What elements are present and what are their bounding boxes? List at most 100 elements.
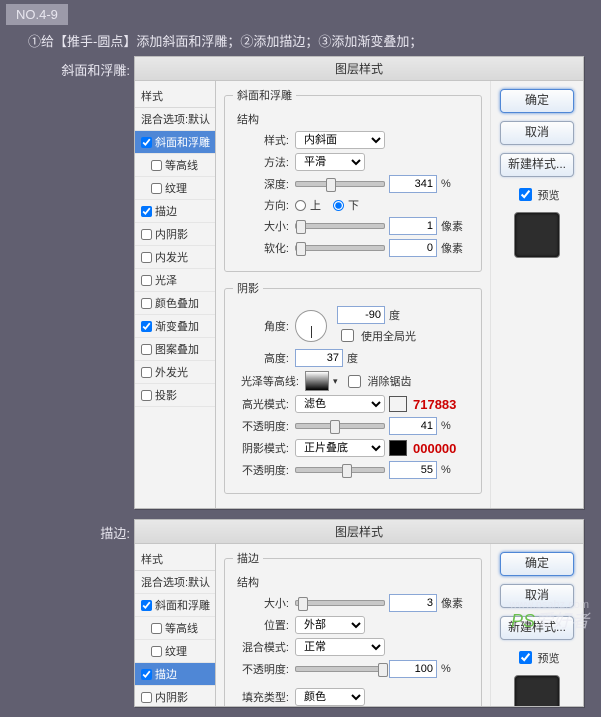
chk-patternoverlay[interactable] [141,344,152,355]
size-slider[interactable] [295,223,385,229]
dropdown-icon[interactable]: ▾ [333,376,338,387]
shadow-opacity-label: 不透明度: [233,462,291,478]
highlight-opacity-slider[interactable] [295,423,385,429]
blend-options-defaults[interactable]: 混合选项:默认 [135,108,215,131]
technique-label: 方法: [233,154,291,170]
chk-contour-2[interactable] [151,623,162,634]
chk-dropshadow[interactable] [141,390,152,401]
chk-texture-2[interactable] [151,646,162,657]
style-item-color-overlay[interactable]: 颜色叠加 [135,292,215,315]
chk-texture[interactable] [151,183,162,194]
style-item-gradient-overlay[interactable]: 渐变叠加 [135,315,215,338]
blend-options-defaults-2[interactable]: 混合选项:默认 [135,571,215,594]
style-item-inner-shadow-2[interactable]: 内阴影 [135,686,215,707]
cancel-button[interactable]: 取消 [500,121,574,145]
preview-chk-2[interactable] [519,651,532,664]
depth-label: 深度: [233,176,291,192]
style-item-bevel[interactable]: 斜面和浮雕 [135,131,215,154]
chk-stroke-2[interactable] [141,669,152,680]
style-item-pattern-overlay[interactable]: 图案叠加 [135,338,215,361]
new-style-button-2[interactable]: 新建样式... [500,616,574,640]
layer-style-dialog-bevel: 图层样式 样式 混合选项:默认 斜面和浮雕 等高线 纹理 描边 内阴影 内发光 … [134,56,584,509]
soften-slider[interactable] [295,245,385,251]
style-label: 样式: [233,132,291,148]
stroke-opacity-slider[interactable] [295,666,385,672]
global-light-chk[interactable] [341,329,354,342]
highlight-mode-label: 高光模式: [233,396,291,412]
dir-down-radio[interactable] [333,200,344,211]
highlight-hex-annot: 717883 [413,397,456,412]
highlight-color-swatch[interactable] [389,396,407,412]
instruction-text: ①给【推手-圆点】添加斜面和浮雕；②添加描边；③添加渐变叠加； [0,27,601,56]
chk-inshadow[interactable] [141,229,152,240]
altitude-input[interactable] [295,349,343,367]
depth-input[interactable] [389,175,437,193]
highlight-mode-select[interactable]: 滤色 [295,395,385,413]
gloss-contour-picker[interactable] [305,371,329,391]
layer-style-dialog-stroke: 图层样式 样式 混合选项:默认 斜面和浮雕 等高线 纹理 描边 内阴影 内发光 … [134,519,584,707]
style-item-contour[interactable]: 等高线 [135,154,215,177]
technique-select[interactable]: 平滑 [295,153,365,171]
stroke-structure-group: 描边 结构 大小: 像素 位置: 外部 混合模式: 正常 不透明度: % 填充类 [224,550,482,707]
stroke-opacity-input[interactable] [389,660,437,678]
preview-swatch [514,212,560,258]
right-button-pane: 确定 取消 新建样式... 预览 [490,81,583,508]
step-badge: NO.4-9 [6,4,68,25]
cancel-button-2[interactable]: 取消 [500,584,574,608]
ok-button[interactable]: 确定 [500,89,574,113]
chk-inshadow-2[interactable] [141,692,152,703]
chk-gradoverlay[interactable] [141,321,152,332]
dir-up-radio[interactable] [295,200,306,211]
angle-dial[interactable] [295,310,327,342]
style-select[interactable]: 内斜面 [295,131,385,149]
chk-coloroverlay[interactable] [141,298,152,309]
style-item-drop-shadow[interactable]: 投影 [135,384,215,407]
antialias-chk[interactable] [348,375,361,388]
angle-input[interactable] [337,306,385,324]
preview-chk[interactable] [519,188,532,201]
style-item-texture[interactable]: 纹理 [135,177,215,200]
style-item-stroke-2[interactable]: 描边 [135,663,215,686]
shadow-opacity-input[interactable] [389,461,437,479]
chk-contour[interactable] [151,160,162,171]
highlight-opacity-input[interactable] [389,417,437,435]
soften-label: 软化: [233,240,291,256]
chk-satin[interactable] [141,275,152,286]
stroke-blend-label: 混合模式: [233,639,291,655]
chk-stroke[interactable] [141,206,152,217]
bevel-shading-group: 阴影 角度: 度 使用全局光 高度: [224,280,482,494]
stroke-position-select[interactable]: 外部 [295,616,365,634]
ok-button-2[interactable]: 确定 [500,552,574,576]
shadow-color-swatch[interactable] [389,440,407,456]
depth-slider[interactable] [295,181,385,187]
chk-outglow[interactable] [141,367,152,378]
style-item-inner-glow[interactable]: 内发光 [135,246,215,269]
shading-legend: 阴影 [233,280,263,296]
style-item-satin[interactable]: 光泽 [135,269,215,292]
style-item-outer-glow[interactable]: 外发光 [135,361,215,384]
shadow-opacity-slider[interactable] [295,467,385,473]
highlight-opacity-label: 不透明度: [233,418,291,434]
side-label-bevel: 斜面和浮雕: [0,56,134,79]
new-style-button[interactable]: 新建样式... [500,153,574,177]
chk-inglow[interactable] [141,252,152,263]
stroke-size-input[interactable] [389,594,437,612]
antialias-label: 消除锯齿 [368,373,412,389]
style-item-texture-2[interactable]: 纹理 [135,640,215,663]
stroke-opacity-label: 不透明度: [233,661,291,677]
shadow-mode-label: 阴影模式: [233,440,291,456]
stroke-filltype-select[interactable]: 颜色 [295,688,365,706]
style-item-stroke[interactable]: 描边 [135,200,215,223]
chk-bevel-2[interactable] [141,600,152,611]
style-item-inner-shadow[interactable]: 内阴影 [135,223,215,246]
shadow-mode-select[interactable]: 正片叠底 [295,439,385,457]
chk-bevel[interactable] [141,137,152,148]
soften-input[interactable] [389,239,437,257]
size-input[interactable] [389,217,437,235]
style-item-bevel-2[interactable]: 斜面和浮雕 [135,594,215,617]
side-label-stroke: 描边: [0,519,134,542]
style-item-contour-2[interactable]: 等高线 [135,617,215,640]
stroke-size-label: 大小: [233,595,291,611]
stroke-size-slider[interactable] [295,600,385,606]
stroke-blend-select[interactable]: 正常 [295,638,385,656]
